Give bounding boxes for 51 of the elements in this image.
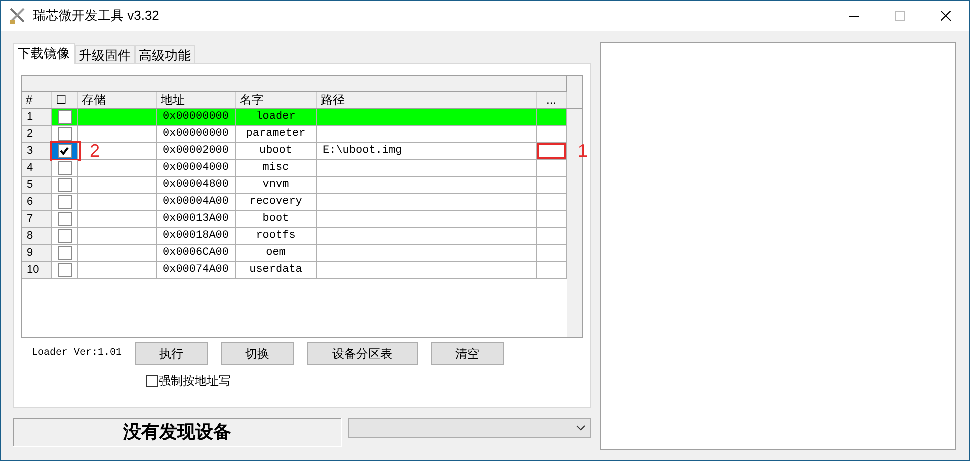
force-write-checkbox[interactable] bbox=[146, 375, 158, 387]
row-number: 9 bbox=[22, 245, 52, 261]
close-icon bbox=[941, 11, 951, 21]
action-button[interactable]: 清空 bbox=[431, 342, 504, 365]
annotation-number: 2 bbox=[90, 141, 100, 161]
name-cell: loader bbox=[236, 109, 317, 125]
row-checkbox[interactable] bbox=[58, 229, 72, 243]
address-cell: 0x00000000 bbox=[157, 109, 236, 125]
device-dropdown[interactable] bbox=[348, 418, 591, 438]
row-checkbox[interactable] bbox=[58, 110, 72, 124]
action-button[interactable]: 设备分区表 bbox=[307, 342, 418, 365]
column-header[interactable]: 地址 bbox=[157, 92, 236, 108]
action-button[interactable]: 切换 bbox=[221, 342, 294, 365]
action-button[interactable]: 执行 bbox=[135, 342, 208, 365]
column-header[interactable]: 路径 bbox=[317, 92, 537, 108]
annotation-number: 1 bbox=[578, 141, 588, 161]
column-header[interactable]: ☐ bbox=[52, 92, 78, 108]
row-checkbox[interactable] bbox=[58, 263, 72, 277]
row-number: 8 bbox=[22, 228, 52, 244]
row-number: 5 bbox=[22, 177, 52, 193]
column-header[interactable]: ... bbox=[537, 92, 567, 108]
column-header[interactable]: 存储 bbox=[78, 92, 157, 108]
annotation-box bbox=[537, 143, 566, 159]
row-number: 6 bbox=[22, 194, 52, 210]
chevron-down-icon bbox=[576, 425, 586, 431]
row-number: 4 bbox=[22, 160, 52, 176]
row-number: 7 bbox=[22, 211, 52, 227]
column-header[interactable]: # bbox=[22, 92, 52, 108]
row-checkbox[interactable] bbox=[58, 246, 72, 260]
row-checkbox[interactable] bbox=[58, 212, 72, 226]
tab[interactable]: 高级功能 bbox=[135, 45, 195, 63]
row-number: 3 bbox=[22, 143, 52, 159]
row-number: 10 bbox=[22, 262, 52, 278]
row-number: 1 bbox=[22, 109, 52, 125]
checkbox-label: 强制按地址写 bbox=[159, 373, 231, 390]
window-title: 瑞芯微开发工具 v3.32 bbox=[33, 7, 160, 26]
maximize-icon bbox=[895, 11, 905, 21]
row-checkbox[interactable] bbox=[58, 144, 72, 158]
tab[interactable]: 升级固件 bbox=[75, 45, 135, 63]
loader-version: Loader Ver:1.01 bbox=[31, 346, 124, 361]
row-checkbox[interactable] bbox=[58, 178, 72, 192]
tools-icon bbox=[9, 7, 27, 25]
row-checkbox[interactable] bbox=[58, 195, 72, 209]
row-number: 2 bbox=[22, 126, 52, 142]
checkmark-icon bbox=[60, 147, 69, 155]
row-checkbox[interactable] bbox=[58, 161, 72, 175]
tab[interactable]: 下载镜像 bbox=[13, 43, 75, 64]
status-text: 没有发现设备 bbox=[123, 421, 232, 444]
column-header[interactable]: 名字 bbox=[236, 92, 317, 108]
row-checkbox[interactable] bbox=[58, 127, 72, 141]
browse-cell[interactable] bbox=[537, 109, 567, 125]
